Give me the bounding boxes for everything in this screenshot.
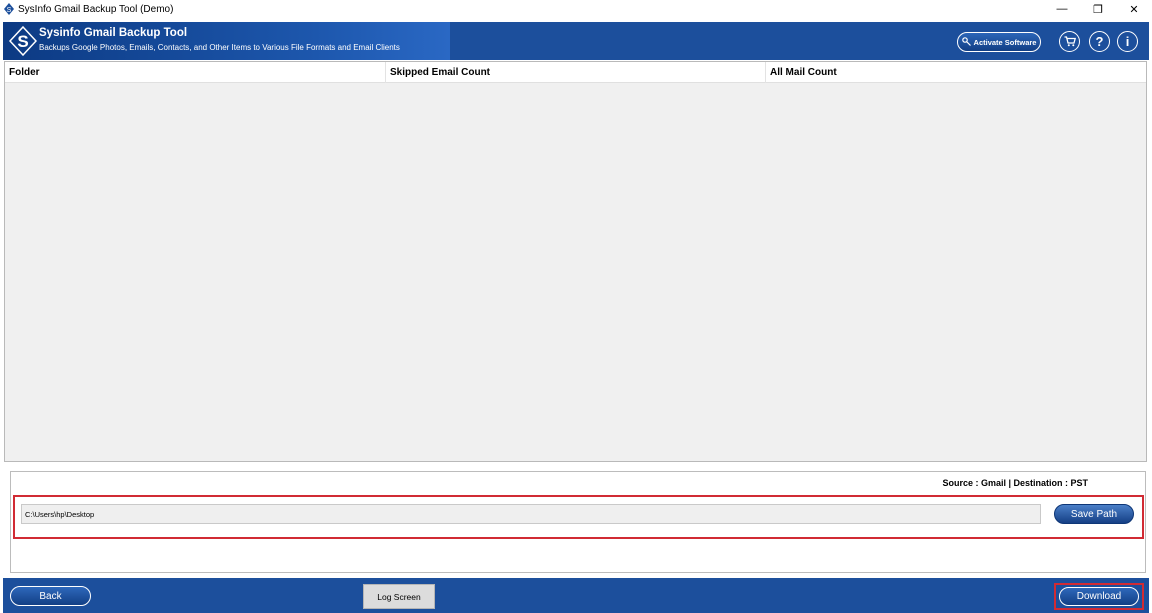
cart-icon [1064, 36, 1076, 47]
buy-now-button[interactable] [1059, 31, 1080, 52]
window-title: SysInfo Gmail Backup Tool (Demo) [18, 3, 174, 15]
activate-software-label: Activate Software [973, 37, 1037, 47]
save-path-section: Save Path [13, 495, 1144, 539]
app-subtitle: Backups Google Photos, Emails, Contacts,… [39, 43, 400, 52]
key-icon [961, 36, 971, 48]
column-header-all-mail-count[interactable]: All Mail Count [766, 62, 1146, 83]
app-logo-icon: S [4, 3, 14, 15]
minimize-icon: — [1056, 3, 1068, 15]
back-button[interactable]: Back [10, 586, 91, 606]
help-button[interactable]: ? [1089, 31, 1110, 52]
app-header: S Sysinfo Gmail Backup Tool Backups Goog… [3, 22, 1149, 60]
download-highlight: Download [1054, 583, 1144, 610]
sysinfo-logo-icon: S [9, 26, 37, 56]
logo-letter: S [17, 32, 28, 51]
window-controls: — ❐ ✕ [1044, 0, 1152, 18]
brand-panel: S Sysinfo Gmail Backup Tool Backups Goog… [3, 22, 450, 60]
svg-text:S: S [7, 7, 12, 14]
folder-count-table: Folder Skipped Email Count All Mail Coun… [4, 61, 1147, 462]
activate-software-button[interactable]: Activate Software [957, 32, 1041, 52]
help-icon: ? [1095, 34, 1104, 49]
save-path-input[interactable] [21, 504, 1041, 524]
minimize-button[interactable]: — [1044, 0, 1080, 18]
info-icon: i [1125, 34, 1130, 49]
status-panel: Source : Gmail | Destination : PST Save … [10, 471, 1146, 573]
save-path-button[interactable]: Save Path [1054, 504, 1134, 524]
column-header-folder[interactable]: Folder [5, 62, 386, 83]
app-footer: Back Log Screen Download [3, 578, 1149, 613]
restore-button[interactable]: ❐ [1080, 0, 1116, 18]
download-button[interactable]: Download [1059, 587, 1139, 606]
log-screen-button[interactable]: Log Screen [363, 584, 435, 609]
window-titlebar: S SysInfo Gmail Backup Tool (Demo) [0, 0, 1152, 18]
info-button[interactable]: i [1117, 31, 1138, 52]
restore-icon: ❐ [1093, 3, 1103, 16]
table-header-row: Folder Skipped Email Count All Mail Coun… [5, 62, 1146, 83]
source-destination-label: Source : Gmail | Destination : PST [942, 478, 1088, 488]
app-title: Sysinfo Gmail Backup Tool [39, 27, 188, 39]
close-icon: ✕ [1129, 3, 1139, 16]
column-header-skipped-email-count[interactable]: Skipped Email Count [386, 62, 766, 83]
close-button[interactable]: ✕ [1116, 0, 1152, 18]
